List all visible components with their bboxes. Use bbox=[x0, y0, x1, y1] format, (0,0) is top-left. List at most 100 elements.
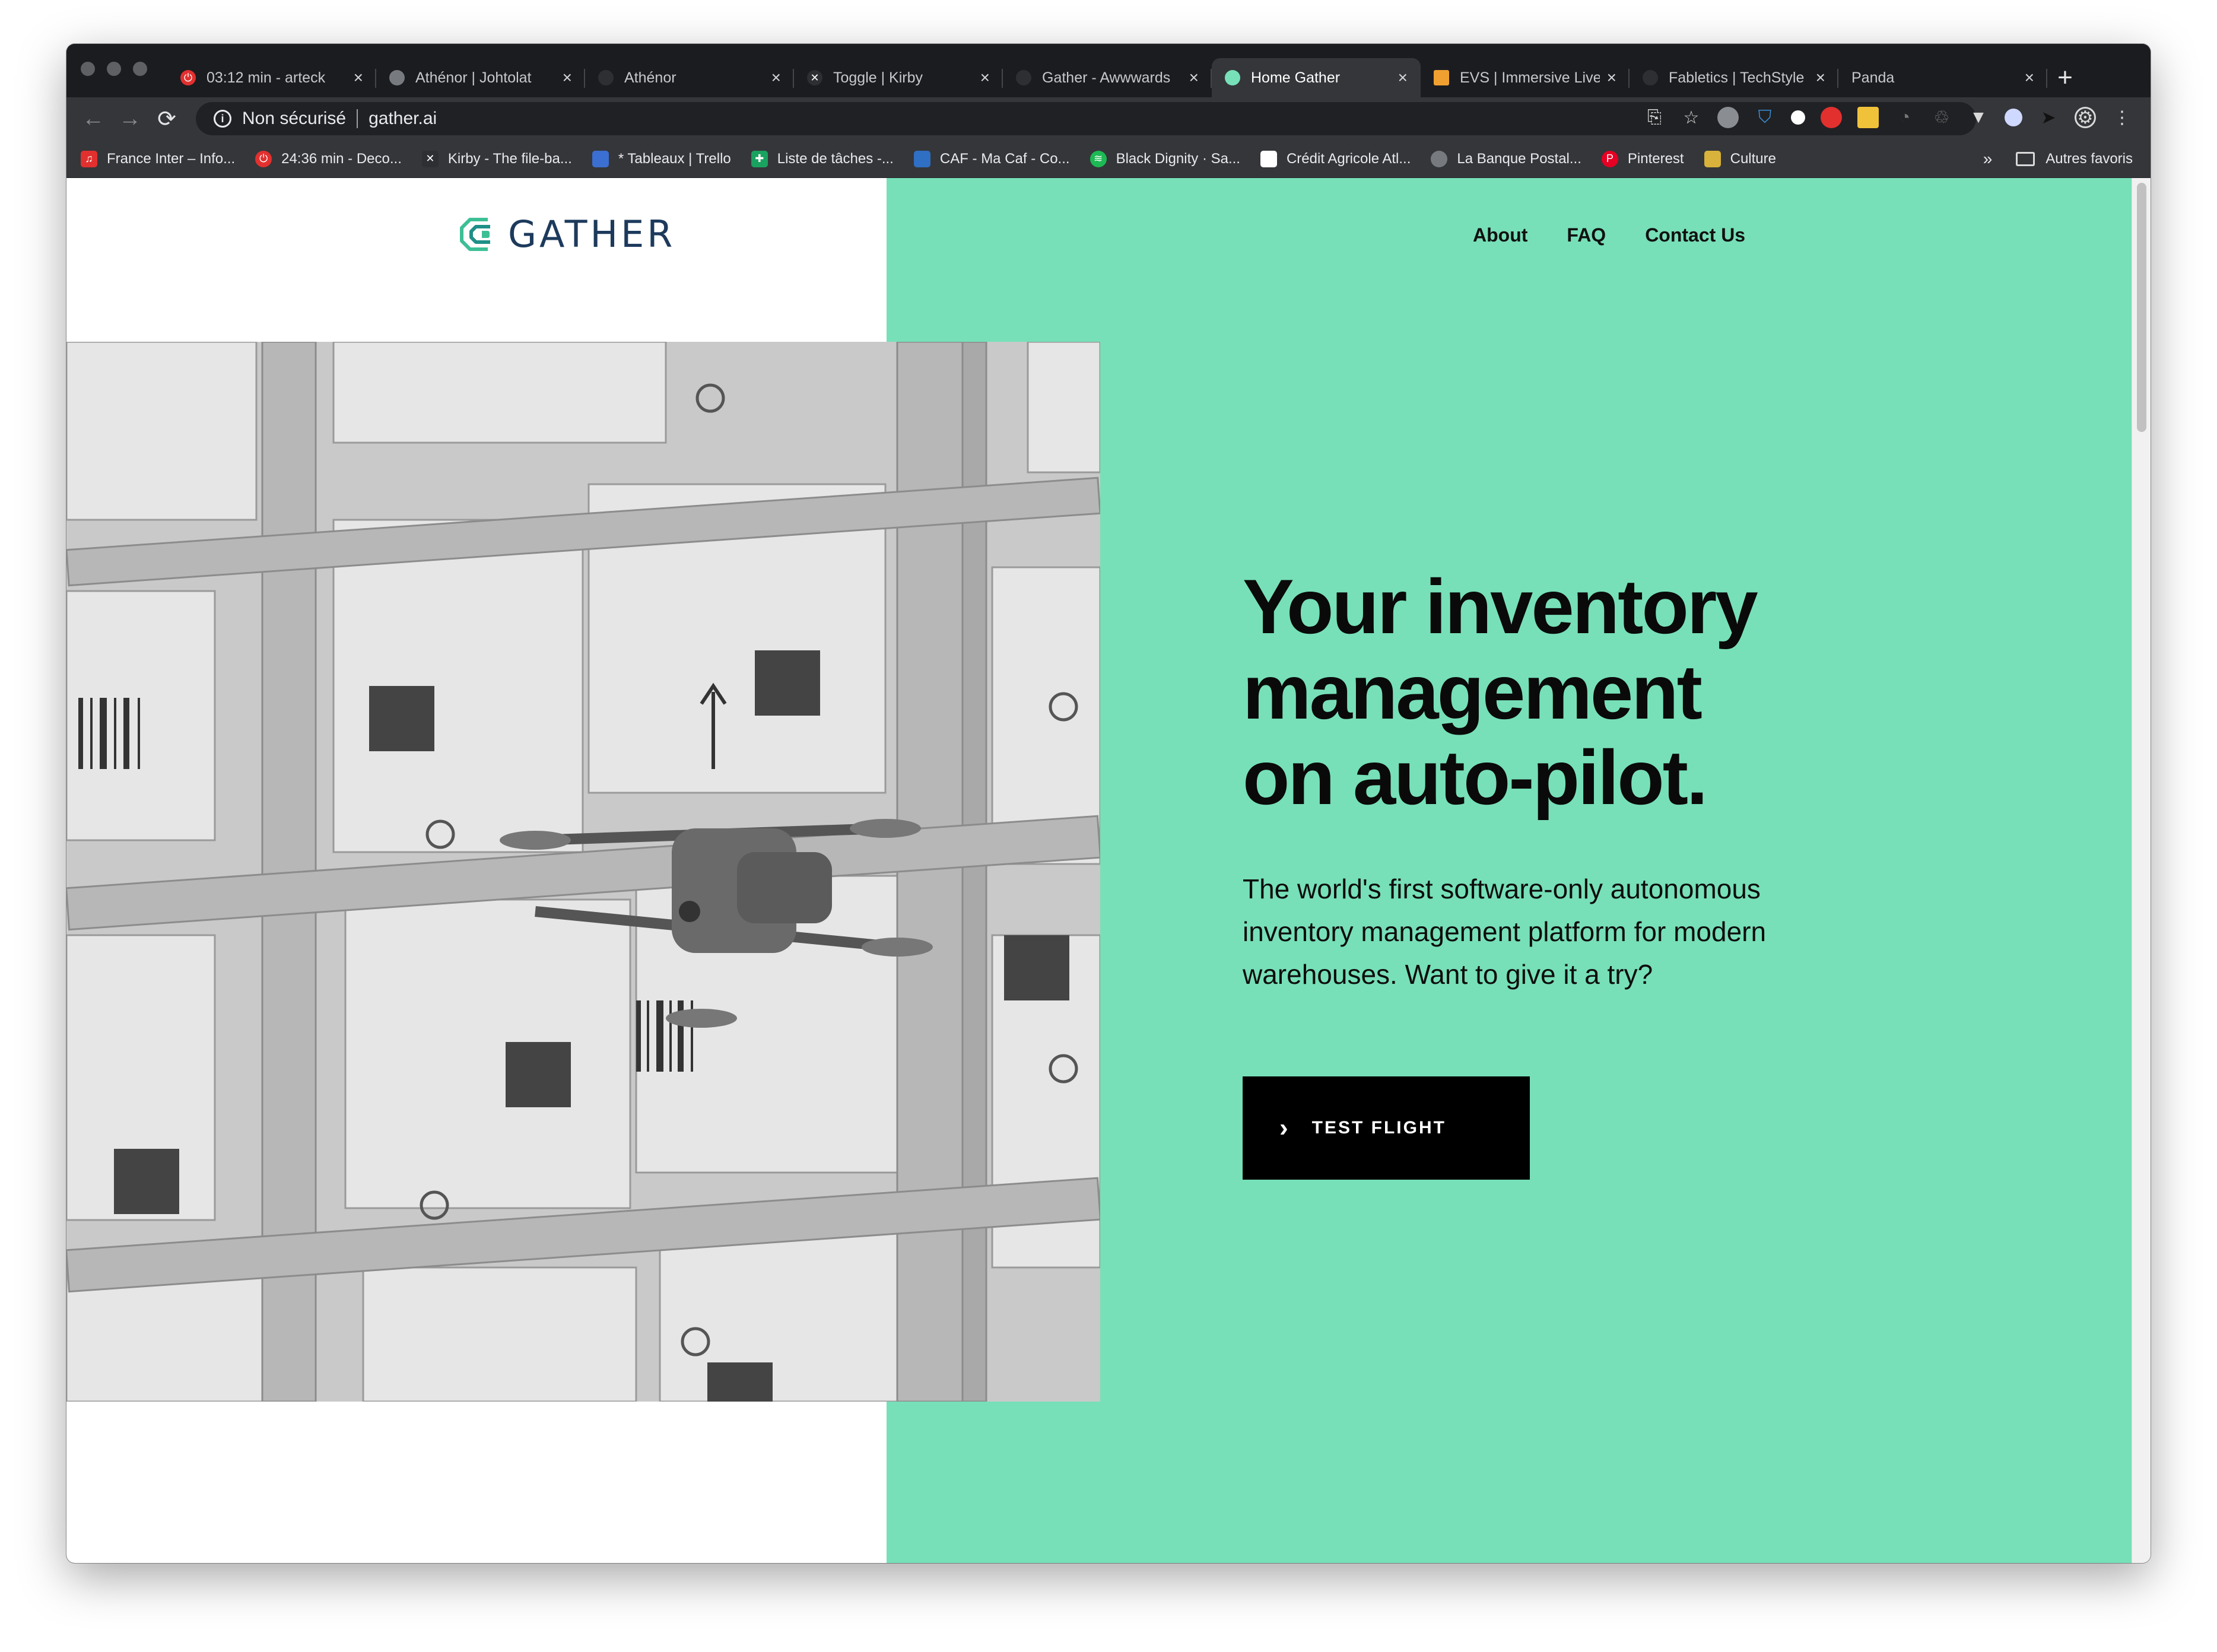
nav-faq[interactable]: FAQ bbox=[1567, 224, 1606, 246]
bookmark-item[interactable]: ✕ Kirby - The file-ba... bbox=[421, 150, 572, 167]
divider bbox=[357, 109, 358, 128]
sheets-icon: ✚ bbox=[751, 150, 768, 167]
extension-cursor-icon[interactable]: ➤ bbox=[2038, 107, 2059, 128]
extension-adblock-icon[interactable] bbox=[1821, 107, 1842, 128]
extension-note-icon[interactable] bbox=[1857, 107, 1879, 128]
warehouse-illustration bbox=[66, 342, 1100, 1402]
evs-icon bbox=[1434, 70, 1449, 85]
shield-icon bbox=[598, 70, 614, 85]
test-flight-button[interactable]: › TEST FLIGHT bbox=[1243, 1076, 1530, 1180]
extension-bitwarden-icon[interactable]: ⛉ bbox=[1754, 107, 1775, 128]
minimize-window-button[interactable] bbox=[107, 62, 121, 76]
close-tab-icon[interactable]: × bbox=[771, 68, 781, 87]
gather-logo[interactable]: GATHER bbox=[458, 212, 675, 256]
info-icon[interactable]: i bbox=[214, 110, 231, 128]
gather-logo-icon bbox=[460, 217, 490, 251]
bookmark-item[interactable]: * Tableaux | Trello bbox=[592, 150, 731, 167]
bookmark-item[interactable]: Culture bbox=[1704, 150, 1776, 167]
dot-icon bbox=[1643, 70, 1658, 85]
tab[interactable]: ✕ Toggle | Kirby × bbox=[794, 58, 1003, 97]
bookmark-item[interactable]: CAF - Ma Caf - Co... bbox=[913, 150, 1070, 167]
extension-eye-icon[interactable] bbox=[1791, 110, 1805, 125]
extension-recycle-icon[interactable]: ♲ bbox=[1931, 107, 1952, 128]
security-label: Non sécurisé bbox=[242, 109, 347, 128]
close-tab-icon[interactable]: × bbox=[1398, 68, 1408, 87]
close-tab-icon[interactable]: × bbox=[354, 68, 363, 87]
bookmark-item[interactable]: ⏻ 24:36 min - Deco... bbox=[255, 150, 402, 167]
reload-button[interactable]: ⟳ bbox=[148, 106, 185, 132]
tabs: ⏻ 03:12 min - arteck × Athénor | Johtolat ×… bbox=[167, 58, 2127, 97]
gather-icon bbox=[1225, 70, 1240, 85]
bookmark-item[interactable]: P Pinterest bbox=[1601, 150, 1684, 167]
bookmark-item[interactable]: Crédit Agricole Atl... bbox=[1260, 150, 1411, 167]
translate-icon[interactable]: ⎘ bbox=[1644, 107, 1665, 128]
bookmark-item[interactable]: ✚ Liste de tâches -... bbox=[751, 150, 894, 167]
other-bookmarks[interactable]: » Autres favoris bbox=[1983, 150, 2133, 169]
globe-icon bbox=[1431, 150, 1448, 167]
bookmark-item[interactable]: ♫ France Inter – Info... bbox=[81, 150, 235, 167]
close-tab-icon[interactable]: × bbox=[1816, 68, 1825, 87]
close-tab-icon[interactable]: × bbox=[1607, 68, 1616, 87]
extension-shield-icon[interactable] bbox=[1717, 107, 1739, 128]
folder-icon bbox=[2016, 151, 2035, 166]
new-tab-button[interactable]: + bbox=[2047, 58, 2083, 97]
kirby-icon: ✕ bbox=[421, 150, 439, 167]
nav-about[interactable]: About bbox=[1473, 224, 1527, 246]
tab[interactable]: EVS | Immersive Live × bbox=[1421, 58, 1630, 97]
menu-kebab-icon[interactable]: ⋮ bbox=[2111, 107, 2133, 128]
hero-drone-warehouse-image bbox=[66, 342, 1100, 1402]
close-tab-icon[interactable]: × bbox=[980, 68, 990, 87]
headline-line-3: on auto-pilot. bbox=[1243, 734, 1708, 821]
tab[interactable]: Gather - Awwwards × bbox=[1003, 58, 1212, 97]
hero-description: The world's first software-only autonomo… bbox=[1243, 873, 1767, 990]
tab-strip: ⏻ 03:12 min - arteck × Athénor | Johtolat ×… bbox=[66, 44, 2151, 97]
logo-text: GATHER bbox=[508, 212, 676, 256]
bookmarks-bar: ♫ France Inter – Info... ⏻ 24:36 min - Dec… bbox=[66, 140, 2151, 178]
culture-icon bbox=[1704, 150, 1721, 167]
red-circle-icon: ⏻ bbox=[180, 70, 196, 85]
toolbar: ← → ⟳ i Non sécurisé gather.ai ⎘ ☆ ⛉ ◔ ♲… bbox=[66, 97, 2151, 140]
close-window-button[interactable] bbox=[81, 62, 95, 76]
url-text: gather.ai bbox=[369, 109, 437, 128]
chevron-right-icon: › bbox=[1279, 1113, 1288, 1142]
page-scrollbar[interactable] bbox=[2132, 178, 2151, 1563]
headline-line-2: management bbox=[1243, 649, 1703, 735]
back-button[interactable]: ← bbox=[75, 106, 112, 132]
tab[interactable]: Athénor × bbox=[585, 58, 794, 97]
tab[interactable]: Fabletics | TechStyle × bbox=[1630, 58, 1838, 97]
tab[interactable]: Panda × bbox=[1838, 58, 2047, 97]
hero-headline: Your inventory management on auto-pilot. bbox=[1243, 564, 1955, 820]
tab[interactable]: Athénor | Johtolat × bbox=[376, 58, 585, 97]
nav-contact-us[interactable]: Contact Us bbox=[1645, 224, 1745, 246]
maximize-window-button[interactable] bbox=[133, 62, 147, 76]
main-nav: About FAQ Contact Us bbox=[1473, 224, 1745, 246]
more-bookmarks-chevron-icon[interactable]: » bbox=[1983, 150, 1993, 169]
test-flight-label: TEST FLIGHT bbox=[1311, 1118, 1446, 1138]
close-tab-icon[interactable]: × bbox=[2025, 68, 2034, 87]
france-inter-icon: ♫ bbox=[81, 150, 97, 167]
browser-window: ⏻ 03:12 min - arteck × Athénor | Johtolat ×… bbox=[66, 44, 2151, 1563]
red-circle-icon: ⏻ bbox=[255, 150, 272, 167]
window-controls bbox=[81, 62, 147, 76]
star-icon[interactable]: ☆ bbox=[1681, 107, 1702, 128]
profile-avatar-icon[interactable]: ⚙ bbox=[2075, 107, 2096, 128]
extension-icons: ⎘ ☆ ⛉ ◔ ♲ ▼ ➤ ⚙ ⋮ bbox=[1644, 107, 2133, 128]
tab-active[interactable]: Home Gather × bbox=[1212, 58, 1421, 97]
globe-icon bbox=[389, 70, 405, 85]
extension-v-icon[interactable]: ▼ bbox=[1968, 107, 1989, 128]
kirby-icon: ✕ bbox=[807, 70, 822, 85]
bookmark-item[interactable]: ≋ Black Dignity · Sa... bbox=[1090, 150, 1240, 167]
extension-clock-icon[interactable]: ◔ bbox=[1894, 107, 1916, 128]
tab[interactable]: ⏻ 03:12 min - arteck × bbox=[167, 58, 376, 97]
forward-button[interactable]: → bbox=[112, 106, 148, 132]
bookmark-item[interactable]: La Banque Postal... bbox=[1431, 150, 1581, 167]
extension-circle-icon[interactable] bbox=[2005, 109, 2022, 126]
close-tab-icon[interactable]: × bbox=[563, 68, 572, 87]
headline-line-1: Your inventory bbox=[1243, 563, 1758, 650]
pinterest-icon: P bbox=[1601, 150, 1618, 167]
other-bookmarks-label: Autres favoris bbox=[2046, 150, 2133, 167]
awwwards-icon bbox=[1016, 70, 1031, 85]
close-tab-icon[interactable]: × bbox=[1189, 68, 1199, 87]
scrollbar-thumb[interactable] bbox=[2137, 183, 2146, 432]
caf-icon bbox=[913, 150, 930, 167]
